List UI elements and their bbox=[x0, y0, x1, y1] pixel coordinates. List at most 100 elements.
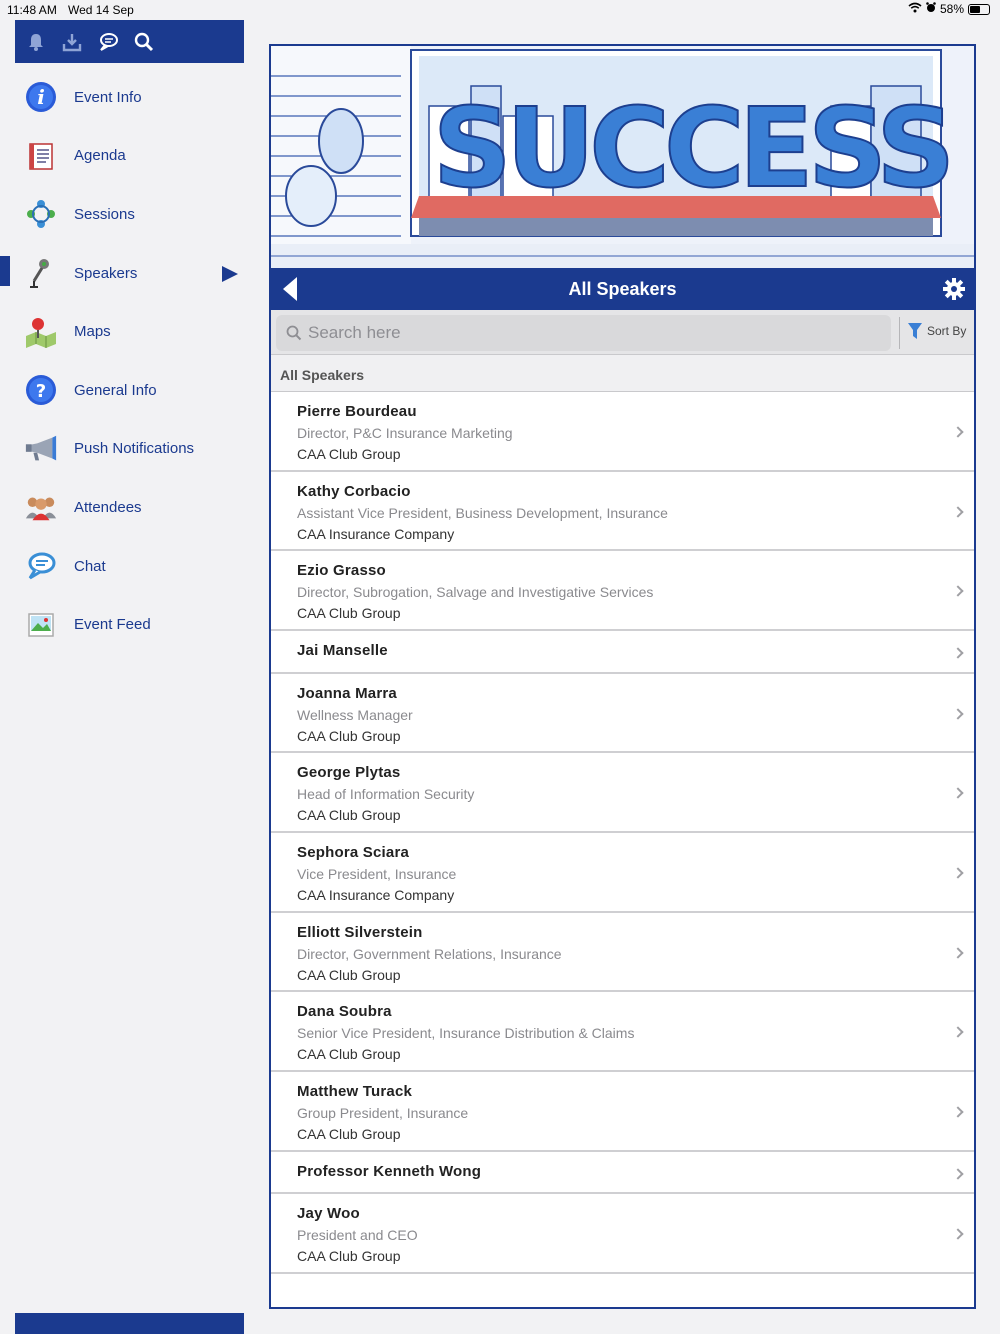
chevron-right-icon bbox=[952, 506, 964, 518]
speaker-name: Ezio Grasso bbox=[297, 562, 386, 580]
speaker-row[interactable]: Professor Kenneth Wong bbox=[271, 1151, 974, 1195]
speaker-company: CAA Club Group bbox=[297, 966, 401, 983]
speaker-row[interactable]: Sephora Sciara Vice President, Insurance C… bbox=[271, 832, 974, 913]
sidebar-item-push-notifications[interactable]: Push Notifications bbox=[0, 420, 258, 479]
sort-by-button[interactable]: Sort By bbox=[907, 322, 966, 340]
speaker-row[interactable]: Ezio Grasso Director, Subrogation, Salvag… bbox=[271, 551, 974, 632]
sidebar-item-label: Speakers bbox=[74, 264, 138, 282]
speaker-title: Director, Subrogation, Salvage and Inves… bbox=[297, 584, 654, 601]
download-icon[interactable] bbox=[60, 30, 84, 54]
success-city-banner-image: SUCCESS bbox=[271, 46, 974, 268]
speaker-title: Director, P&C Insurance Marketing bbox=[297, 425, 513, 441]
speaker-name: Kathy Corbacio bbox=[297, 482, 411, 500]
alarm-icon bbox=[926, 2, 936, 16]
speaker-row[interactable]: Jay Woo President and CEO CAA Club Group bbox=[271, 1194, 974, 1274]
selected-arrow-icon bbox=[222, 265, 238, 282]
chevron-right-icon bbox=[952, 787, 964, 799]
status-time: 11:48 AM bbox=[7, 3, 57, 17]
sidebar-item-chat[interactable]: Chat bbox=[0, 537, 258, 596]
microphone-icon bbox=[24, 256, 58, 290]
speaker-name: Jai Manselle bbox=[297, 642, 388, 660]
chevron-right-icon bbox=[952, 426, 964, 438]
wifi-icon bbox=[908, 2, 922, 16]
speaker-company: CAA Club Group bbox=[297, 605, 401, 622]
sidebar-item-general-info[interactable]: ? General Info bbox=[0, 361, 258, 420]
speaker-title: Wellness Manager bbox=[297, 706, 413, 723]
sort-by-label: Sort By bbox=[927, 324, 967, 338]
chevron-right-icon bbox=[952, 1026, 964, 1038]
speaker-name: Dana Soubra bbox=[297, 1003, 392, 1021]
svg-text:SUCCESS: SUCCESS bbox=[433, 84, 950, 212]
status-date: Wed 14 Sep bbox=[68, 3, 134, 17]
search-input[interactable] bbox=[308, 323, 868, 343]
sidebar-toolbar bbox=[15, 20, 244, 63]
speaker-row[interactable]: Elliott Silverstein Director, Government … bbox=[271, 912, 974, 993]
speaker-row[interactable]: Kathy Corbacio Assistant Vice President, … bbox=[271, 471, 974, 552]
event-banner: SUCCESS bbox=[271, 46, 974, 268]
sessions-icon bbox=[24, 197, 58, 231]
speaker-row[interactable]: Matthew Turack Group President, Insurance… bbox=[271, 1072, 974, 1152]
speakers-panel: SUCCESS All Speakers Search here Sort By… bbox=[269, 44, 976, 1309]
speaker-name: Joanna Marra bbox=[297, 684, 397, 702]
sidebar-item-maps[interactable]: Maps bbox=[0, 302, 258, 361]
speaker-name: Professor Kenneth Wong bbox=[297, 1162, 482, 1180]
speaker-company: CAA Club Group bbox=[297, 727, 401, 744]
sidebar-item-attendees[interactable]: Attendees bbox=[0, 478, 258, 537]
search-box[interactable] bbox=[276, 315, 891, 351]
map-icon bbox=[24, 315, 58, 349]
sidebar-item-label: Maps bbox=[74, 323, 111, 341]
question-icon: ? bbox=[24, 373, 58, 407]
speaker-row[interactable]: George Plytas Head of Information Securit… bbox=[271, 753, 974, 833]
speaker-company: CAA Club Group bbox=[297, 1126, 401, 1142]
status-bar: 11:48 AM Wed 14 Sep 58% bbox=[0, 0, 1000, 20]
chevron-right-icon bbox=[952, 1106, 964, 1118]
page-title: All Speakers bbox=[568, 279, 677, 299]
bell-icon[interactable] bbox=[24, 30, 48, 54]
sidebar-item-label: Agenda bbox=[74, 147, 126, 165]
search-icon[interactable] bbox=[132, 30, 156, 54]
speaker-company: CAA Insurance Company bbox=[297, 525, 455, 542]
speaker-name: George Plytas bbox=[297, 764, 401, 782]
speaker-title: Director, Government Relations, Insuranc… bbox=[297, 945, 562, 962]
sidebar-item-event-info[interactable]: i Event Info bbox=[0, 68, 258, 127]
chevron-right-icon bbox=[952, 946, 964, 959]
speaker-row[interactable]: Joanna Marra Wellness Manager CAA Club Gro… bbox=[271, 673, 974, 754]
sidebar-item-label: Chat bbox=[74, 557, 106, 575]
settings-button[interactable] bbox=[942, 277, 966, 301]
speaker-title: Group President, Insurance bbox=[297, 1105, 469, 1121]
speaker-row[interactable]: Dana Soubra Senior Vice President, Insura… bbox=[271, 992, 974, 1072]
page-header: All Speakers bbox=[271, 268, 974, 310]
sidebar-item-agenda[interactable]: Agenda bbox=[0, 127, 258, 186]
sidebar-item-label: Event Info bbox=[74, 88, 142, 106]
search-bar: Sort By bbox=[271, 310, 974, 355]
speaker-row[interactable]: Jai Manselle bbox=[271, 631, 974, 674]
chevron-right-icon bbox=[952, 707, 964, 720]
section-header: All Speakers bbox=[271, 355, 974, 392]
sidebar-item-label: Sessions bbox=[74, 205, 135, 223]
megaphone-icon bbox=[24, 432, 58, 466]
chevron-right-icon bbox=[952, 1168, 964, 1180]
speaker-row[interactable]: Pierre Bourdeau Director, P&C Insurance M… bbox=[271, 392, 974, 472]
svg-text:i: i bbox=[37, 85, 45, 109]
sidebar-menu: i Event Info Agenda Sessions Speakers Ma… bbox=[0, 68, 258, 654]
speaker-name: Jay Woo bbox=[297, 1205, 360, 1223]
agenda-icon bbox=[24, 139, 58, 173]
speaker-name: Sephora Sciara bbox=[297, 843, 410, 861]
speaker-title: Assistant Vice President, Business Devel… bbox=[297, 504, 668, 521]
speaker-company: CAA Insurance Company bbox=[297, 886, 455, 903]
info-icon: i bbox=[24, 80, 58, 114]
battery-percent: 58% bbox=[939, 2, 964, 16]
chevron-right-icon bbox=[952, 867, 964, 879]
speaker-company: CAA Club Group bbox=[297, 807, 401, 824]
sidebar-item-event-feed[interactable]: Event Feed bbox=[0, 595, 258, 654]
sidebar-item-sessions[interactable]: Sessions bbox=[0, 185, 258, 244]
sidebar-item-speakers[interactable]: Speakers bbox=[0, 244, 258, 303]
sidebar-footer-bar bbox=[15, 1313, 244, 1334]
speaker-name: Matthew Turack bbox=[297, 1083, 413, 1100]
sidebar-item-label: Event Feed bbox=[74, 616, 151, 634]
filter-funnel-icon bbox=[908, 323, 922, 339]
people-icon bbox=[24, 490, 58, 524]
sidebar-item-label: General Info bbox=[74, 381, 157, 399]
chat-bubbles-icon[interactable] bbox=[96, 30, 120, 54]
chevron-right-icon bbox=[952, 647, 964, 659]
